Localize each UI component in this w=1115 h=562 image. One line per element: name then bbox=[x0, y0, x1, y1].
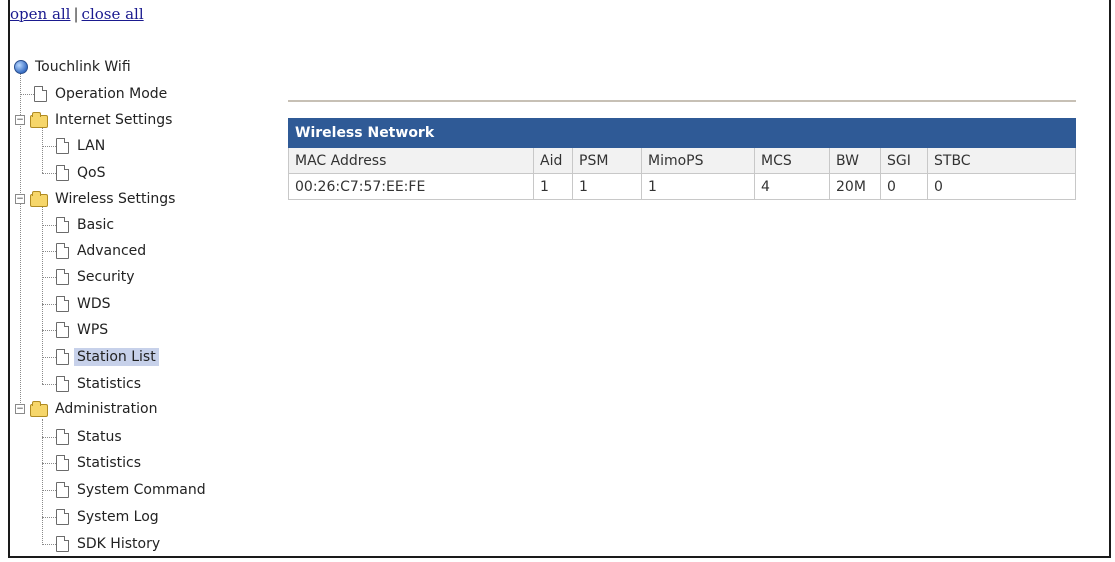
tree-item-label: Status bbox=[77, 429, 122, 445]
table-cell: 1 bbox=[533, 173, 573, 200]
main-content: Wireless Network MAC Address Aid PSM Mim… bbox=[288, 100, 1076, 200]
page-icon bbox=[56, 243, 69, 259]
column-header: PSM bbox=[572, 147, 642, 174]
tree-item-wps[interactable]: WPS bbox=[56, 319, 111, 341]
tree-item-wireless-statistics[interactable]: Statistics bbox=[56, 373, 144, 395]
tree-item-operation-mode[interactable]: Operation Mode bbox=[34, 83, 170, 105]
column-header: STBC bbox=[927, 147, 1076, 174]
page-icon bbox=[56, 455, 69, 471]
collapse-toggle-icon[interactable]: − bbox=[15, 115, 25, 125]
collapse-toggle-icon[interactable]: − bbox=[15, 194, 25, 204]
tree-folder-administration[interactable]: Administration bbox=[30, 398, 160, 420]
folder-open-icon bbox=[30, 401, 48, 417]
tree-item-wds[interactable]: WDS bbox=[56, 293, 114, 315]
table-row: 00:26:C7:57:EE:FE 1 1 1 4 20M 0 0 bbox=[288, 173, 1076, 200]
tree-item-label: Security bbox=[77, 269, 135, 285]
table-cell: 00:26:C7:57:EE:FE bbox=[288, 173, 534, 200]
page-icon bbox=[56, 429, 69, 445]
tree-folder-internet-settings[interactable]: Internet Settings bbox=[30, 109, 175, 131]
column-header: MCS bbox=[754, 147, 830, 174]
folder-open-icon bbox=[30, 112, 48, 128]
tree-item-label: WDS bbox=[77, 296, 111, 312]
table-cell: 1 bbox=[641, 173, 755, 200]
column-header: MAC Address bbox=[288, 147, 534, 174]
page-icon bbox=[56, 509, 69, 525]
table-title: Wireless Network bbox=[288, 118, 1076, 148]
tree-item-status[interactable]: Status bbox=[56, 426, 125, 448]
tree-item-qos[interactable]: QoS bbox=[56, 162, 108, 184]
tree-item-admin-statistics[interactable]: Statistics bbox=[56, 452, 144, 474]
tree-item-label: Operation Mode bbox=[55, 86, 168, 102]
tree-folder-label: Administration bbox=[55, 401, 158, 417]
table-header-row: MAC Address Aid PSM MimoPS MCS BW SGI ST… bbox=[288, 147, 1076, 174]
page-icon bbox=[56, 482, 69, 498]
tree-item-label: Advanced bbox=[77, 243, 147, 259]
page-icon bbox=[56, 349, 69, 365]
page-icon bbox=[56, 322, 69, 338]
page-icon bbox=[56, 217, 69, 233]
tree-item-label: Basic bbox=[77, 217, 115, 233]
tree-item-label: QoS bbox=[77, 165, 106, 181]
tree-item-label: Statistics bbox=[77, 376, 141, 392]
tree-root-label: Touchlink Wifi bbox=[35, 59, 131, 75]
tree-folder-label: Internet Settings bbox=[55, 112, 173, 128]
tree-root[interactable]: Touchlink Wifi bbox=[14, 56, 134, 78]
tree-item-label: Statistics bbox=[77, 455, 141, 471]
tree-item-system-log[interactable]: System Log bbox=[56, 506, 162, 528]
tree-item-security[interactable]: Security bbox=[56, 266, 138, 288]
page-icon bbox=[56, 269, 69, 285]
column-header: BW bbox=[829, 147, 881, 174]
column-header: MimoPS bbox=[641, 147, 755, 174]
tree-item-basic[interactable]: Basic bbox=[56, 214, 117, 236]
tree-item-label: WPS bbox=[77, 322, 109, 338]
page-icon bbox=[56, 296, 69, 312]
tree-item-label: System Log bbox=[77, 509, 159, 525]
tree-item-label: SDK History bbox=[77, 536, 161, 552]
globe-icon bbox=[14, 60, 28, 74]
tree-item-system-command[interactable]: System Command bbox=[56, 479, 209, 501]
column-header: Aid bbox=[533, 147, 573, 174]
column-header: SGI bbox=[880, 147, 928, 174]
table-cell: 20M bbox=[829, 173, 881, 200]
tree-folder-wireless-settings[interactable]: Wireless Settings bbox=[30, 188, 178, 210]
tree-item-label: System Command bbox=[77, 482, 206, 498]
navigation-tree: Touchlink Wifi Operation Mode − Internet… bbox=[0, 0, 270, 558]
collapse-toggle-icon[interactable]: − bbox=[15, 404, 25, 414]
page-icon bbox=[56, 165, 69, 181]
table-cell: 0 bbox=[927, 173, 1076, 200]
page-icon bbox=[56, 138, 69, 154]
page-icon bbox=[56, 376, 69, 392]
tree-item-lan[interactable]: LAN bbox=[56, 135, 108, 157]
table-cell: 4 bbox=[754, 173, 830, 200]
tree-folder-label: Wireless Settings bbox=[55, 191, 176, 207]
tree-item-sdk-history[interactable]: SDK History bbox=[56, 533, 163, 555]
station-list-table: Wireless Network MAC Address Aid PSM Mim… bbox=[288, 118, 1076, 200]
divider bbox=[288, 100, 1076, 102]
tree-item-advanced[interactable]: Advanced bbox=[56, 240, 149, 262]
tree-item-label: Station List bbox=[74, 348, 159, 366]
table-cell: 1 bbox=[572, 173, 642, 200]
table-cell: 0 bbox=[880, 173, 928, 200]
tree-item-station-list[interactable]: Station List bbox=[56, 346, 159, 368]
page-icon bbox=[34, 86, 47, 102]
folder-open-icon bbox=[30, 191, 48, 207]
page-icon bbox=[56, 536, 69, 552]
tree-item-label: LAN bbox=[77, 138, 106, 154]
